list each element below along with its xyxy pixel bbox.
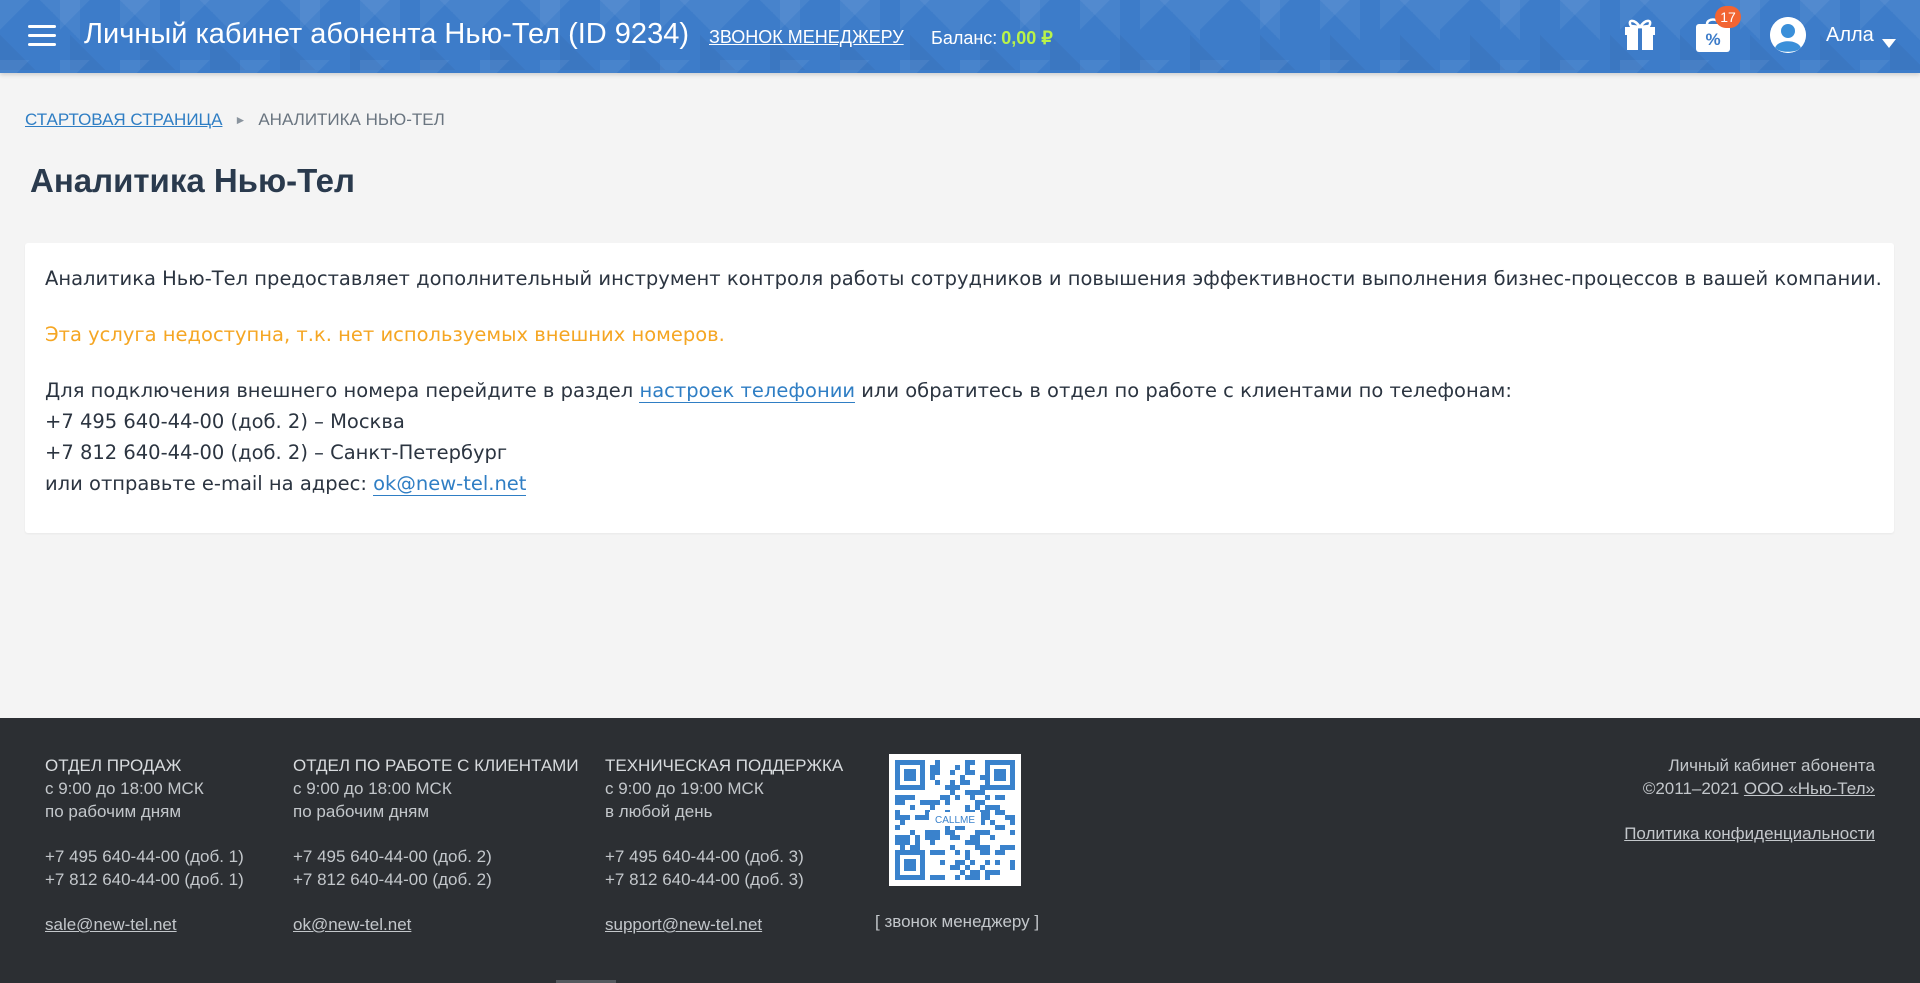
support-title: ТЕХНИЧЕСКАЯ ПОДДЕРЖКА (605, 756, 844, 775)
email-prefix: или отправьте e-mail на адрес: (45, 472, 374, 495)
call-manager-link[interactable]: ЗВОНОК МЕНЕДЖЕРУ (709, 27, 904, 48)
privacy-policy-link[interactable]: Политика конфиденциальности (1624, 822, 1875, 845)
client-email-link[interactable]: ok@new-tel.net (373, 472, 527, 496)
breadcrumb-current: АНАЛИТИКА НЬЮ-ТЕЛ (258, 110, 445, 129)
service-unavailable-warning: Эта услуга недоступна, т.к. нет использу… (45, 323, 725, 346)
sales-phone-1: +7 495 640-44-00 (доб. 1) (45, 847, 244, 866)
service-info-card: Аналитика Нью-Тел предоставляет дополнит… (25, 243, 1894, 533)
chevron-down-icon[interactable] (1882, 33, 1896, 48)
sales-title: ОТДЕЛ ПРОДАЖ (45, 756, 182, 775)
breadcrumb: СТАРТОВАЯ СТРАНИЦА ► АНАЛИТИКА НЬЮ-ТЕЛ (25, 110, 445, 130)
connect-suffix: или обратитесь в отдел по работе с клиен… (855, 379, 1512, 402)
balance-value: 0,00 ₽ (1001, 28, 1053, 48)
sales-days: по рабочим дням (45, 802, 182, 821)
user-avatar-icon[interactable] (1770, 17, 1806, 53)
support-days: в любой день (605, 802, 713, 821)
support-phone-1: +7 495 640-44-00 (доб. 3) (605, 847, 804, 866)
phone-moscow: +7 495 640-44-00 (доб. 2) – Москва (45, 410, 405, 433)
clients-phone-2: +7 812 640-44-00 (доб. 2) (293, 870, 492, 889)
footer-support-column: ТЕХНИЧЕСКАЯ ПОДДЕРЖКА с 9:00 до 19:00 МС… (605, 754, 843, 936)
clients-email-link[interactable]: ok@new-tel.net (293, 913, 411, 936)
qr-code-icon[interactable]: CALLME (889, 754, 1021, 886)
breadcrumb-separator-icon: ► (234, 113, 247, 127)
qr-call-manager-link[interactable]: [ звонок менеджеру ] (875, 912, 1039, 932)
breadcrumb-home-link[interactable]: СТАРТОВАЯ СТРАНИЦА (25, 110, 222, 130)
sales-phone-2: +7 812 640-44-00 (доб. 1) (45, 870, 244, 889)
footer: ОТДЕЛ ПРОДАЖ с 9:00 до 18:00 МСК по рабо… (0, 718, 1920, 983)
page-title: Аналитика Нью-Тел (30, 162, 355, 199)
qr-center-label: CALLME (935, 815, 975, 826)
balance-label: Баланс: (931, 28, 998, 48)
sales-hours: с 9:00 до 18:00 МСК (45, 779, 204, 798)
support-hours: с 9:00 до 19:00 МСК (605, 779, 764, 798)
cabinet-label: Личный кабинет абонента (1668, 756, 1875, 775)
footer-legal: Личный кабинет абонента ©2011–2021 ООО «… (1624, 754, 1875, 845)
top-bar: Личный кабинет абонента Нью-Тел (ID 9234… (0, 0, 1920, 73)
clients-hours: с 9:00 до 18:00 МСК (293, 779, 452, 798)
app-title: Личный кабинет абонента Нью-Тел (ID 9234… (84, 18, 689, 50)
phone-spb: +7 812 640-44-00 (доб. 2) – Санкт-Петерб… (45, 441, 508, 464)
company-link[interactable]: ООО «Нью-Тел» (1744, 779, 1875, 798)
copyright-years: ©2011–2021 (1642, 779, 1744, 798)
promo-count-badge: 17 (1715, 6, 1741, 28)
balance: Баланс: 0,00 ₽ (931, 28, 1053, 49)
support-email-link[interactable]: support@new-tel.net (605, 913, 762, 936)
telephony-settings-link[interactable]: настроек телефонии (639, 379, 856, 403)
clients-phone-1: +7 495 640-44-00 (доб. 2) (293, 847, 492, 866)
email-line: или отправьте e-mail на адрес: ok@new-te… (45, 472, 527, 496)
footer-clients-column: ОТДЕЛ ПО РАБОТЕ С КЛИЕНТАМИ с 9:00 до 18… (293, 754, 579, 936)
footer-sales-column: ОТДЕЛ ПРОДАЖ с 9:00 до 18:00 МСК по рабо… (45, 754, 244, 936)
service-description: Аналитика Нью-Тел предоставляет дополнит… (45, 267, 1882, 290)
connect-prefix: Для подключения внешнего номера перейдит… (45, 379, 640, 402)
connect-instructions: Для подключения внешнего номера перейдит… (45, 379, 1512, 403)
copyright: ©2011–2021 ООО «Нью-Тел» (1624, 777, 1875, 800)
user-name[interactable]: Алла (1826, 24, 1874, 47)
gift-icon[interactable] (1622, 14, 1658, 52)
promo-symbol: % (1705, 30, 1720, 49)
clients-days: по рабочим дням (293, 802, 430, 821)
support-phone-2: +7 812 640-44-00 (доб. 3) (605, 870, 804, 889)
menu-icon[interactable] (28, 25, 56, 47)
clients-title: ОТДЕЛ ПО РАБОТЕ С КЛИЕНТАМИ (293, 756, 579, 775)
sales-email-link[interactable]: sale@new-tel.net (45, 913, 177, 936)
